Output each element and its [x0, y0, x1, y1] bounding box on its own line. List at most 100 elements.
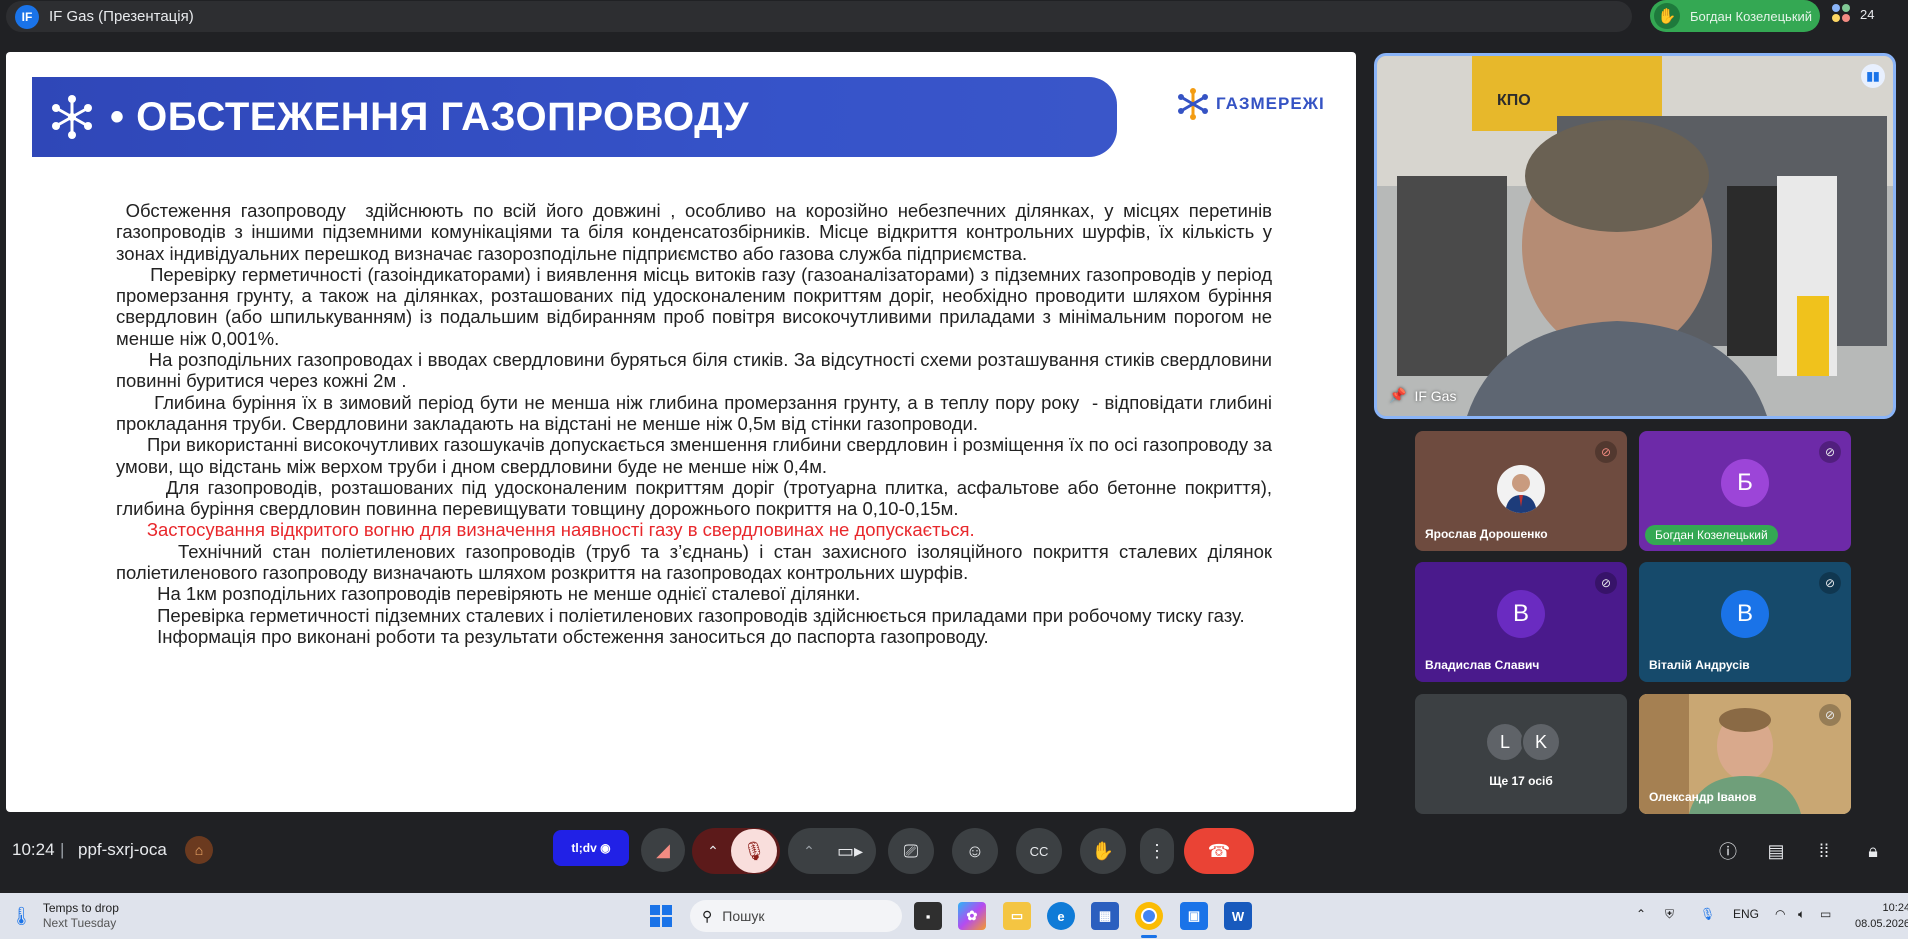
meeting-time: 10:24 — [12, 840, 55, 859]
participant-tile[interactable]: Б ⊘ Богдан Козелецький — [1639, 431, 1851, 551]
top-bar: IF IF Gas (Презентація) ✋ Богдан Козелец… — [0, 0, 1908, 34]
emoji-icon: ☺ — [965, 840, 985, 861]
captions-button[interactable]: CC — [1016, 828, 1062, 874]
microphone-control[interactable]: ⌃ 🎙︎ — [692, 828, 780, 874]
avatar-photo — [1505, 474, 1537, 513]
battery-icon[interactable]: ▭ — [1820, 907, 1831, 921]
logo-text: ГАЗМЕРЕЖІ — [1216, 94, 1325, 113]
info-icon[interactable]: ⓘ — [1717, 840, 1739, 862]
main-tile-label: 📌 IF Gas — [1389, 387, 1456, 404]
windows-start-icon[interactable] — [650, 905, 672, 927]
active-speaker-name: Богдан Козелецький — [1690, 8, 1813, 24]
captions-icon: CC — [1029, 843, 1049, 859]
volume-icon[interactable]: 🔈︎ — [1798, 907, 1805, 922]
slide-warning: Застосування відкритого вогню для визнач… — [116, 519, 975, 541]
weather-line-2: Next Tuesday — [42, 916, 117, 930]
tldv-label: tl;dv — [571, 841, 597, 855]
chevron-up-icon[interactable]: ⌃ — [1636, 907, 1646, 921]
present-button[interactable]: ⎚ — [888, 828, 934, 874]
participant-name: Ярослав Дорошенко — [1425, 527, 1548, 541]
host-controls-icon[interactable]: 🔒︎ — [1862, 840, 1884, 862]
slide-paragraph: Технічний стан поліетиленових газопровод… — [116, 540, 1278, 584]
slide-paragraph: На 1км розподільних газопроводів перевір… — [116, 583, 861, 605]
camera-feed-image — [1377, 56, 1893, 416]
audio-level-icon: ▮▮ — [1861, 64, 1885, 88]
more-vertical-icon: ⋮ — [1148, 840, 1166, 861]
weather-widget[interactable]: 🌡︎ Temps to drop Next Tuesday — [10, 901, 119, 931]
main-tile-name: IF Gas — [1414, 387, 1457, 404]
avatar: В — [1721, 590, 1769, 638]
main-video-tile[interactable]: КПО ▮▮ 📌 IF Gas — [1374, 53, 1896, 419]
taskbar-clock[interactable]: 10:24 08.05.2026 — [1855, 900, 1908, 932]
hand-icon: ✋ — [1091, 840, 1115, 861]
presentation-chip[interactable]: IF IF Gas (Презентація) — [6, 1, 1632, 32]
avatar: В — [1497, 590, 1545, 638]
meet-app-icon[interactable]: ▣ — [1180, 902, 1208, 930]
terminal-app-icon[interactable]: ▪ — [914, 902, 942, 930]
slide-paragraph: Обстеження газопроводу здійснюють по всі… — [116, 200, 1278, 264]
participant-name: Владислав Славич — [1425, 658, 1540, 672]
defender-icon[interactable]: ⛨ — [1665, 907, 1674, 922]
slide-body: Обстеження газопроводу здійснюють по всі… — [116, 200, 1272, 647]
language-indicator[interactable]: ENG — [1733, 907, 1759, 921]
avatar: L — [1485, 722, 1525, 762]
slide-paragraph: Перевірку герметичності (газоіндикаторам… — [116, 263, 1278, 349]
participant-tile[interactable]: ⊘ Олександр Іванов — [1639, 694, 1851, 814]
store-app-icon[interactable]: ▦ — [1091, 902, 1119, 930]
participant-count: 24 — [1860, 6, 1875, 22]
edge-browser-icon[interactable]: e — [1047, 902, 1075, 930]
slide-paragraph: На розподільних газопроводах і вводах св… — [116, 349, 1278, 392]
participant-tile[interactable]: ⊘ Ярослав Дорошенко — [1415, 431, 1627, 551]
slide-paragraph: Для газопроводів, розташованих під удоск… — [116, 476, 1278, 520]
presentation-slide: • ОБСТЕЖЕННЯ ГАЗОПРОВОДУ ГАЗМЕРЕЖІ Обсте… — [6, 52, 1356, 812]
copilot-app-icon[interactable]: ✿ — [958, 902, 986, 930]
slide-paragraph: При використанні високочутливих газошука… — [116, 434, 1278, 477]
presentation-title: IF Gas (Презентація) — [49, 8, 194, 25]
wifi-icon[interactable]: ◠ — [1775, 907, 1785, 921]
mic-off-icon: ⊘ — [1819, 704, 1841, 726]
participant-name: Богдан Козелецький — [1645, 525, 1778, 545]
tldv-recorder-button[interactable]: tl;dv ◉ — [553, 830, 629, 866]
annotation-button[interactable]: ◢ — [641, 828, 685, 872]
camera-control[interactable]: ⌃ ▭▸ — [788, 828, 876, 874]
slide-title-banner: • ОБСТЕЖЕННЯ ГАЗОПРОВОДУ — [32, 77, 1117, 157]
gasnet-logo: ГАЗМЕРЕЖІ — [1176, 87, 1325, 121]
word-app-icon[interactable]: W — [1224, 902, 1252, 930]
mic-off-icon: ⊘ — [1595, 441, 1617, 463]
presentation-avatar: IF — [15, 4, 39, 29]
camera-icon[interactable]: ▭▸ — [827, 841, 873, 862]
participants-icon — [1832, 4, 1852, 24]
raise-hand-button[interactable]: ✋ — [1080, 828, 1126, 874]
leave-call-button[interactable]: ☎ — [1184, 828, 1254, 874]
thermometer-icon: 🌡︎ — [10, 905, 33, 926]
meeting-controls: 10:24 | ppf-sxrj-oca ⌂ tl;dv ◉ ◢ ⌃ 🎙︎ ⌃ … — [0, 826, 1908, 876]
chat-icon[interactable]: ▤ — [1765, 840, 1787, 862]
microphone-icon[interactable]: 🎙︎ — [1700, 907, 1715, 921]
activities-icon[interactable]: ⁞⁞ — [1813, 840, 1835, 862]
avatar: Б — [1721, 459, 1769, 507]
clock-date: 08.05.2026 — [1855, 918, 1908, 930]
participant-tile[interactable]: В ⊘ Віталій Андрусів — [1639, 562, 1851, 682]
meeting-code: ppf-sxrj-oca — [78, 840, 167, 859]
windows-taskbar: 🌡︎ Temps to drop Next Tuesday ⚲ Пошук ▪ … — [0, 893, 1908, 939]
search-placeholder: Пошук — [722, 908, 765, 924]
taskbar-search[interactable]: ⚲ Пошук — [690, 900, 902, 932]
participants-button[interactable]: 24 — [1832, 4, 1874, 24]
chrome-browser-icon[interactable] — [1135, 902, 1163, 930]
chevron-up-icon[interactable]: ⌃ — [695, 843, 731, 860]
reactions-button[interactable]: ☺ — [952, 828, 998, 874]
meeting-details-icon[interactable]: ⌂ — [185, 836, 213, 864]
more-options-button[interactable]: ⋮ — [1140, 828, 1174, 874]
avatar — [1497, 465, 1545, 513]
phone-hangup-icon: ☎ — [1207, 840, 1231, 861]
pin-icon: 📌 — [1389, 387, 1407, 403]
chevron-up-icon[interactable]: ⌃ — [791, 843, 827, 860]
wall-sign: КПО — [1497, 92, 1531, 109]
active-speaker-chip[interactable]: ✋ Богдан Козелецький — [1650, 0, 1820, 32]
more-participants-label: Ще 17 осіб — [1489, 774, 1553, 788]
file-explorer-icon[interactable]: ▭ — [1003, 902, 1031, 930]
mic-off-icon[interactable]: 🎙︎ — [731, 829, 777, 873]
participant-tile[interactable]: В ⊘ Владислав Славич — [1415, 562, 1627, 682]
more-participants-tile[interactable]: L K Ще 17 осіб — [1415, 694, 1627, 814]
separator: | — [60, 840, 65, 859]
